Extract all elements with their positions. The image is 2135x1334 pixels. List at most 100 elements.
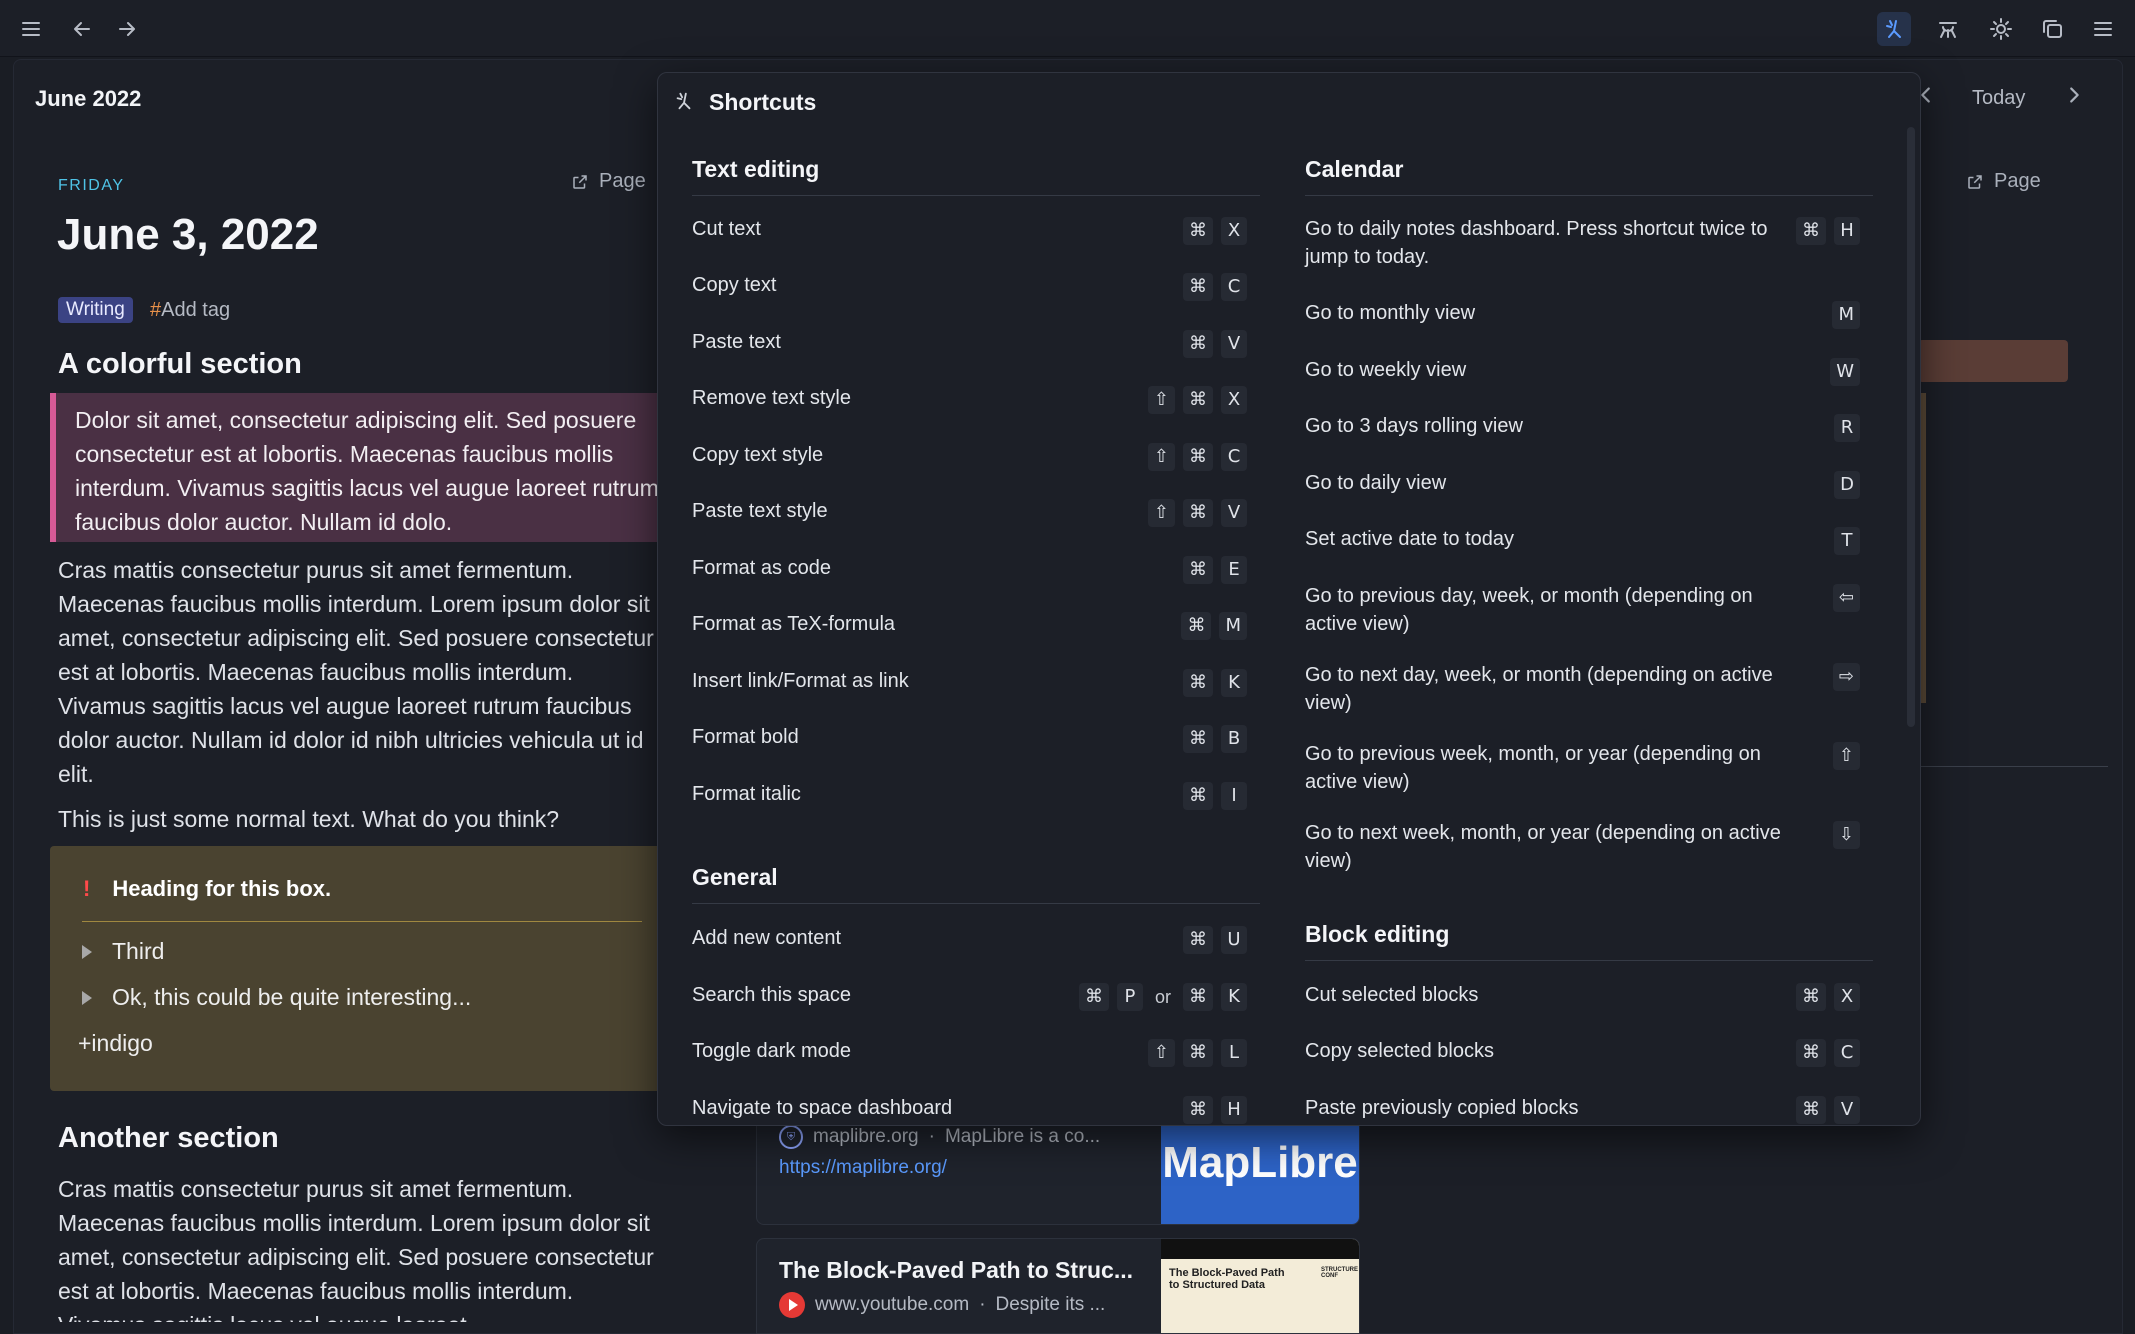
key-cap: ⌘ xyxy=(1183,217,1213,245)
today-button[interactable]: Today xyxy=(1972,87,2025,110)
or-separator: or xyxy=(1154,987,1171,1007)
key-cap: V xyxy=(1834,1096,1860,1124)
link-card-youtube[interactable]: The Block-Paved Path to Struc... www.you… xyxy=(756,1238,1360,1334)
shortcut-keys: ⌘ M xyxy=(1181,612,1247,640)
shortcut-row: Format as code ⌘ E xyxy=(692,554,1247,584)
shortcut-row: Navigate to space dashboard ⌘ H xyxy=(692,1094,1247,1124)
windows-icon[interactable] xyxy=(2035,12,2069,46)
shortcut-row: Search this space ⌘ Por ⌘ K xyxy=(692,981,1247,1011)
shortcut-row: Toggle dark mode ⇧ ⌘ L xyxy=(692,1037,1247,1067)
key-cap: ⌘ xyxy=(1181,612,1212,640)
shortcut-keys: ⇨ xyxy=(1832,663,1860,691)
shortcut-label: Cut selected blocks xyxy=(1305,984,1479,1006)
key-cap: ⌘ xyxy=(1796,983,1826,1011)
shortcut-row: Copy selected blocks ⌘ C xyxy=(1305,1037,1860,1067)
right-open-page-link[interactable]: Page xyxy=(1966,170,2041,193)
shortcut-row: Go to next day, week, or month (dependin… xyxy=(1305,661,1860,717)
shortcut-label: Insert link/Format as link xyxy=(692,670,909,692)
link-url[interactable]: https://maplibre.org/ xyxy=(779,1157,947,1179)
key-cap: K xyxy=(1221,669,1247,697)
group-heading-text-editing: Text editing xyxy=(692,156,1260,196)
theme-sun-icon[interactable] xyxy=(1984,12,2018,46)
shortcut-row: Paste previously copied blocks ⌘ V xyxy=(1305,1094,1860,1124)
group-heading-block-editing: Block editing xyxy=(1305,921,1873,961)
toggle-item-label: Third xyxy=(112,938,165,964)
shortcut-label: Add new content xyxy=(692,927,841,949)
tag-writing[interactable]: Writing xyxy=(58,297,133,323)
shortcut-row: Paste text style ⇧ ⌘ V xyxy=(692,497,1247,527)
indigo-tag[interactable]: +indigo xyxy=(78,1030,153,1057)
key-cap: ⌘ xyxy=(1183,983,1213,1011)
key-cap: V xyxy=(1221,499,1247,527)
key-cap: H xyxy=(1221,1096,1247,1124)
pink-callout[interactable]: Dolor sit amet, consectetur adipiscing e… xyxy=(50,393,662,542)
key-cap: R xyxy=(1834,414,1860,442)
key-cap: T xyxy=(1834,527,1860,555)
key-cap: W xyxy=(1830,358,1860,386)
shortcut-label: Go to 3 days rolling view xyxy=(1305,415,1523,437)
key-cap: ⌘ xyxy=(1078,983,1109,1011)
shortcut-label: Paste text xyxy=(692,331,781,353)
key-cap: ⇧ xyxy=(1147,1039,1175,1067)
expand-triangle-icon[interactable] xyxy=(82,990,92,1005)
scrollbar[interactable] xyxy=(1907,127,1915,727)
group-heading-general: General xyxy=(692,864,1260,904)
paragraph-1[interactable]: Cras mattis consectetur purus sit amet f… xyxy=(58,553,658,791)
shortcut-keys: ⇧ ⌘ C xyxy=(1147,443,1247,471)
back-arrow-icon[interactable] xyxy=(65,12,99,46)
shortcuts-dialog[interactable]: Shortcuts Text editing Cut text ⌘ X Copy te… xyxy=(657,72,1921,1126)
shortcut-label: Set active date to today xyxy=(1305,528,1515,550)
external-link-icon xyxy=(573,174,587,189)
paragraph-2[interactable]: This is just some normal text. What do y… xyxy=(58,802,658,836)
key-cap: M xyxy=(1832,301,1860,329)
warning-callout[interactable]: ! Heading for this box. Third Ok, this co… xyxy=(50,846,662,1091)
next-period-chevron-icon[interactable] xyxy=(2063,84,2093,114)
open-page-link[interactable]: Page xyxy=(571,170,646,193)
thumbnail-text: The Block-Paved Path to Structured Data xyxy=(1169,1267,1285,1291)
shortcut-label: Format as code xyxy=(692,557,831,579)
key-cap: I xyxy=(1221,782,1247,810)
key-cap: ⇧ xyxy=(1832,742,1860,770)
shortcut-row: Remove text style ⇧ ⌘ X xyxy=(692,384,1247,414)
shortcut-label: Copy text style xyxy=(692,444,824,466)
shortcut-label: Remove text style xyxy=(692,387,851,409)
group-heading-calendar: Calendar xyxy=(1305,156,1873,196)
add-tag-button[interactable]: #Add tag xyxy=(150,299,230,322)
key-cap: ⇧ xyxy=(1147,443,1175,471)
key-cap: ⌘ xyxy=(1183,782,1213,810)
expand-triangle-icon[interactable] xyxy=(82,944,92,959)
menu-icon[interactable] xyxy=(14,12,48,46)
shortcut-label: Go to weekly view xyxy=(1305,359,1467,381)
key-cap: H xyxy=(1834,217,1860,245)
key-cap: K xyxy=(1221,983,1247,1011)
more-menu-icon[interactable] xyxy=(2086,12,2120,46)
shortcut-label: Format as TeX-formula xyxy=(692,613,896,635)
paragraph-3[interactable]: Cras mattis consectetur purus sit amet f… xyxy=(58,1172,658,1322)
toggle-item-interesting[interactable]: Ok, this could be quite interesting... xyxy=(82,984,471,1011)
graph-icon[interactable] xyxy=(1931,12,1965,46)
key-cap: ⇧ xyxy=(1147,386,1175,414)
calendar-event-bar[interactable] xyxy=(1918,340,2068,382)
shortcut-row: Insert link/Format as link ⌘ K xyxy=(692,667,1247,697)
key-cap: D xyxy=(1834,471,1860,499)
external-link-icon xyxy=(1968,174,1982,189)
link-meta: www.youtube.com · Despite its ... xyxy=(779,1292,1105,1318)
toggle-item-third[interactable]: Third xyxy=(82,938,164,965)
shortcuts-icon[interactable] xyxy=(1877,12,1911,46)
key-cap: ⇦ xyxy=(1832,584,1860,612)
toggle-item-label: Ok, this could be quite interesting... xyxy=(112,984,472,1010)
open-page-label: Page xyxy=(599,170,646,192)
top-bar xyxy=(0,0,2135,57)
shortcut-keys: M xyxy=(1832,301,1860,329)
forward-arrow-icon[interactable] xyxy=(110,12,144,46)
shortcut-row: Set active date to today T xyxy=(1305,525,1860,555)
day-title: June 3, 2022 xyxy=(57,210,319,259)
key-cap: X xyxy=(1221,217,1247,245)
key-cap: ⇧ xyxy=(1147,499,1175,527)
key-cap: C xyxy=(1834,1039,1860,1067)
key-cap: V xyxy=(1221,330,1247,358)
key-cap: ⌘ xyxy=(1183,926,1213,954)
shortcut-keys: T xyxy=(1834,527,1860,555)
separator-dot: · xyxy=(979,1294,986,1315)
key-cap: ⌘ xyxy=(1183,443,1213,471)
